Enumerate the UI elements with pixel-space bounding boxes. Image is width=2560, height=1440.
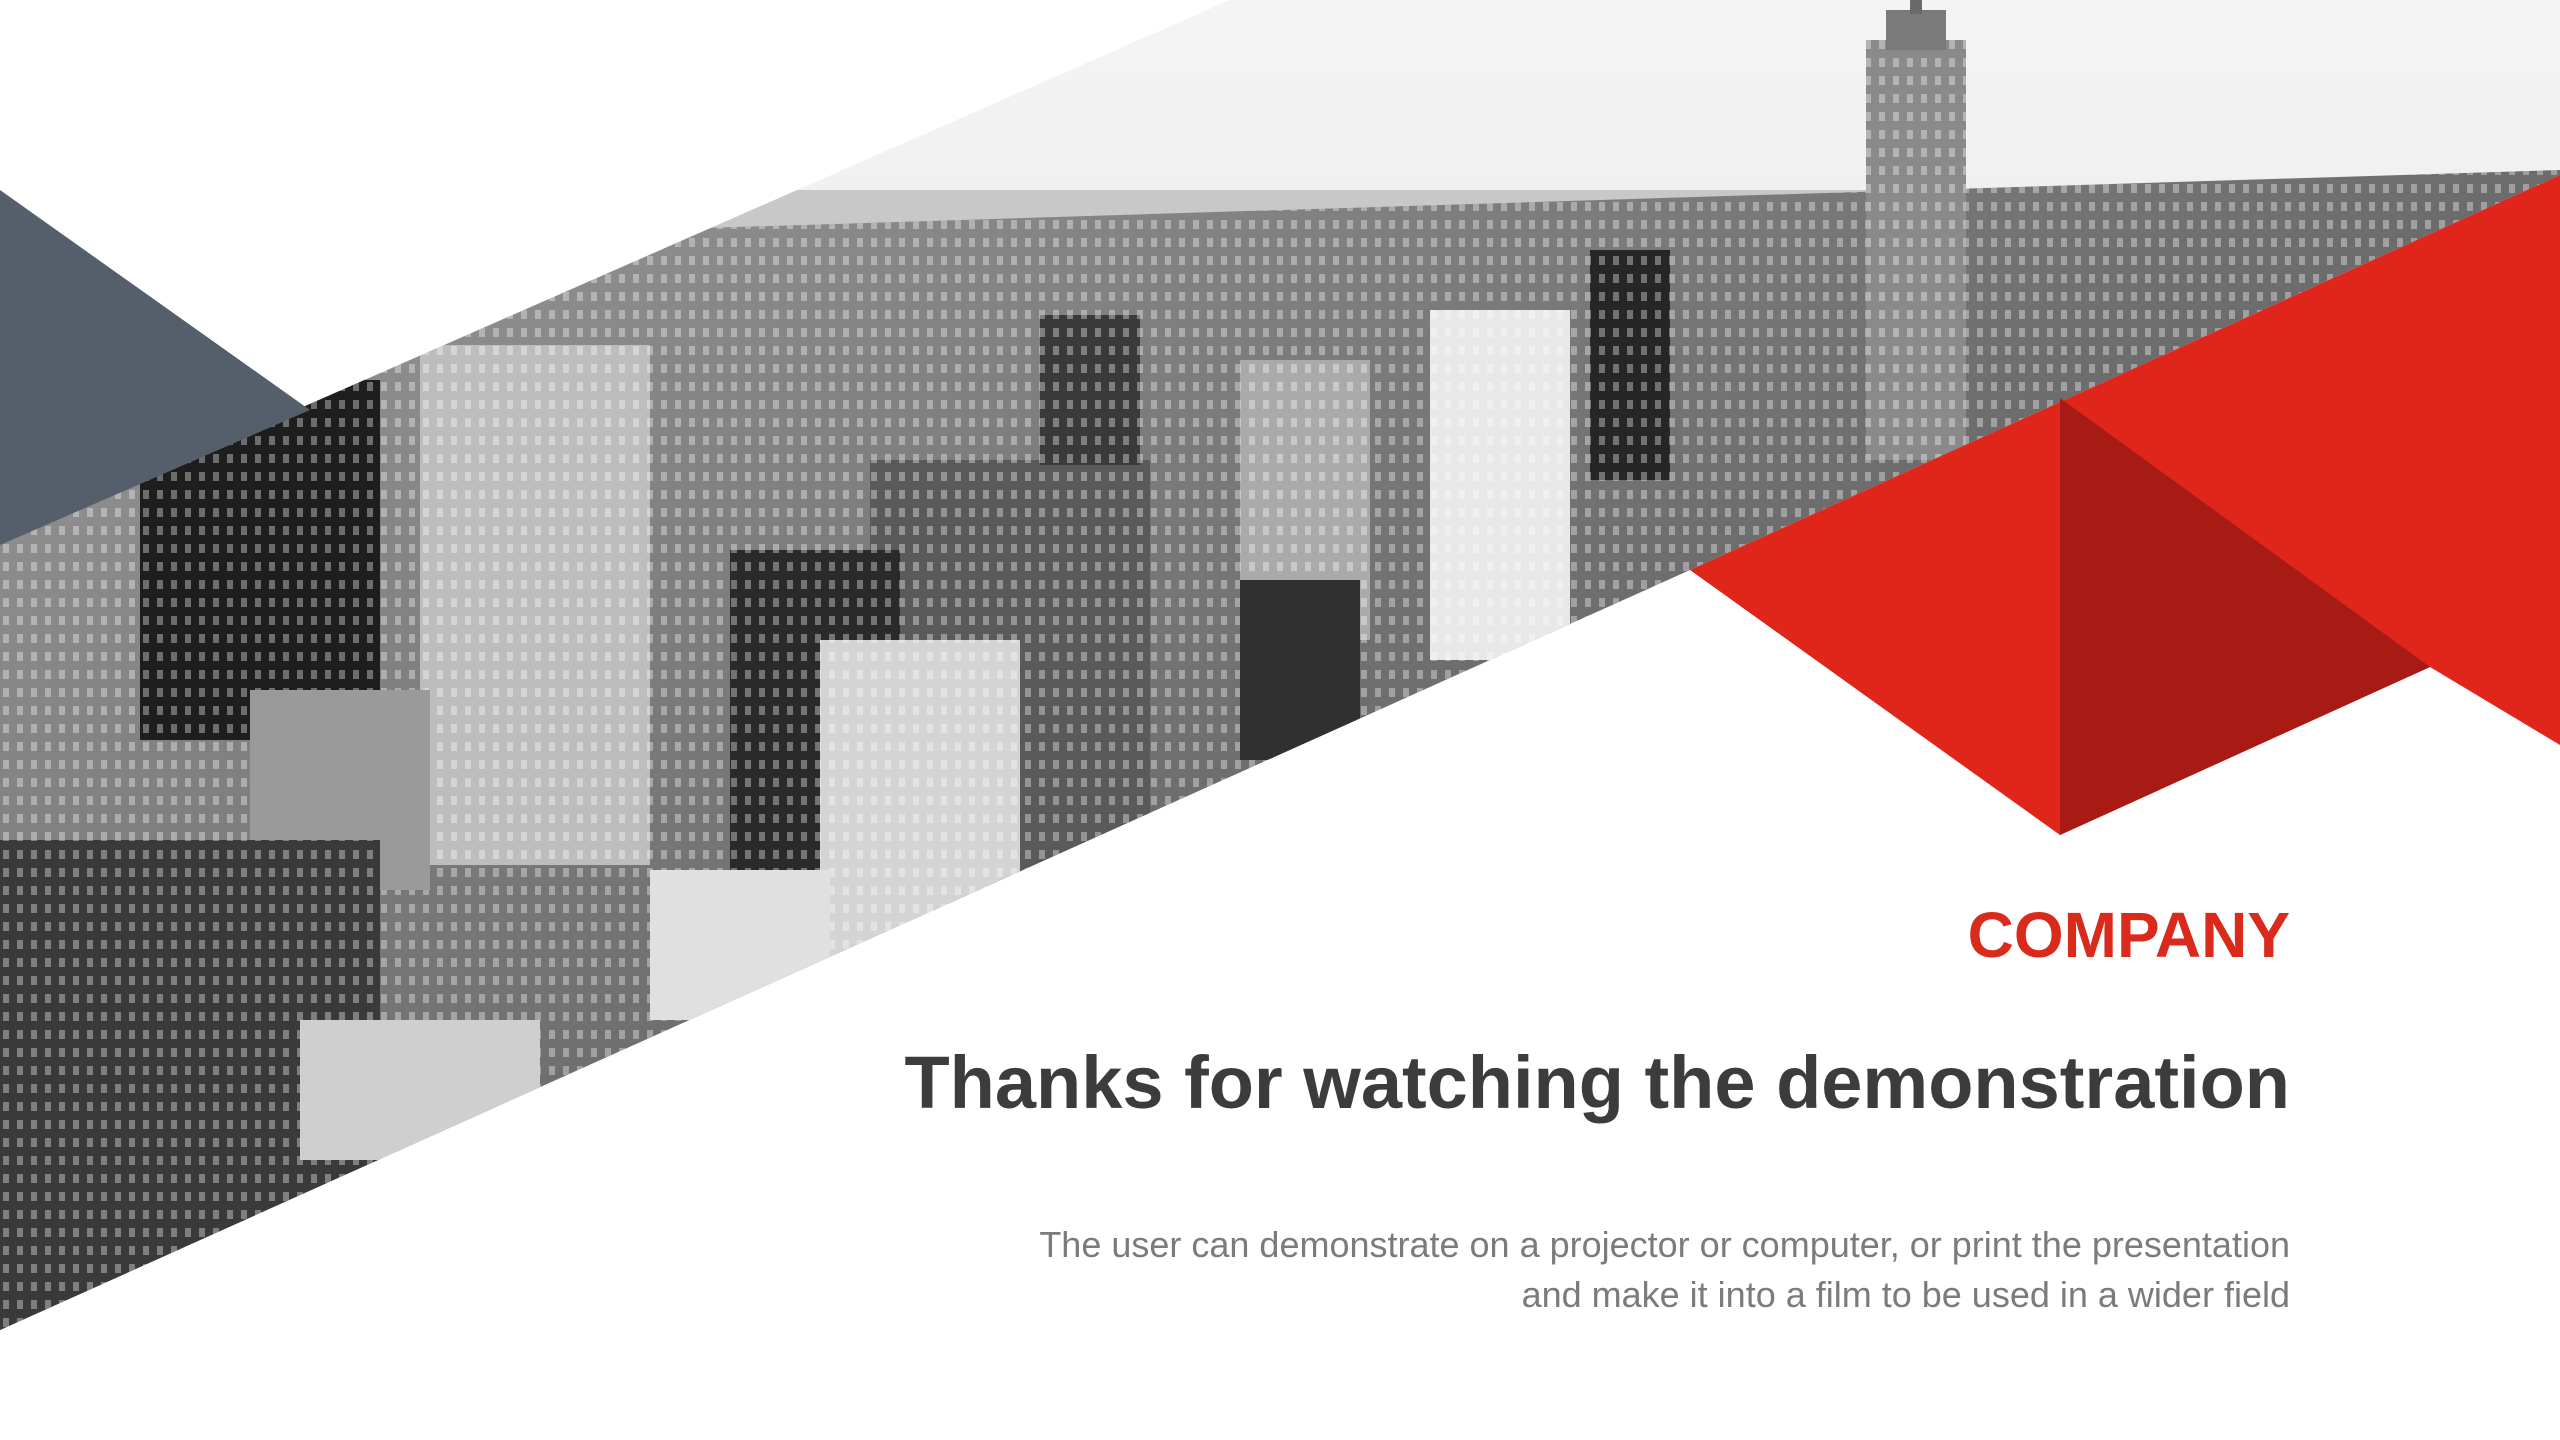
subtitle-line: and make it into a film to be used in a … xyxy=(1521,1274,2290,1315)
subtitle-line: The user can demonstrate on a projector … xyxy=(1039,1224,2290,1265)
company-name: COMPANY xyxy=(1967,899,2290,971)
slide-title: Thanks for watching the demonstration xyxy=(904,1041,2290,1124)
slide-subtitle: The user can demonstrate on a projector … xyxy=(890,1220,2290,1320)
slide: COMPANY Thanks for watching the demonstr… xyxy=(0,0,2560,1440)
